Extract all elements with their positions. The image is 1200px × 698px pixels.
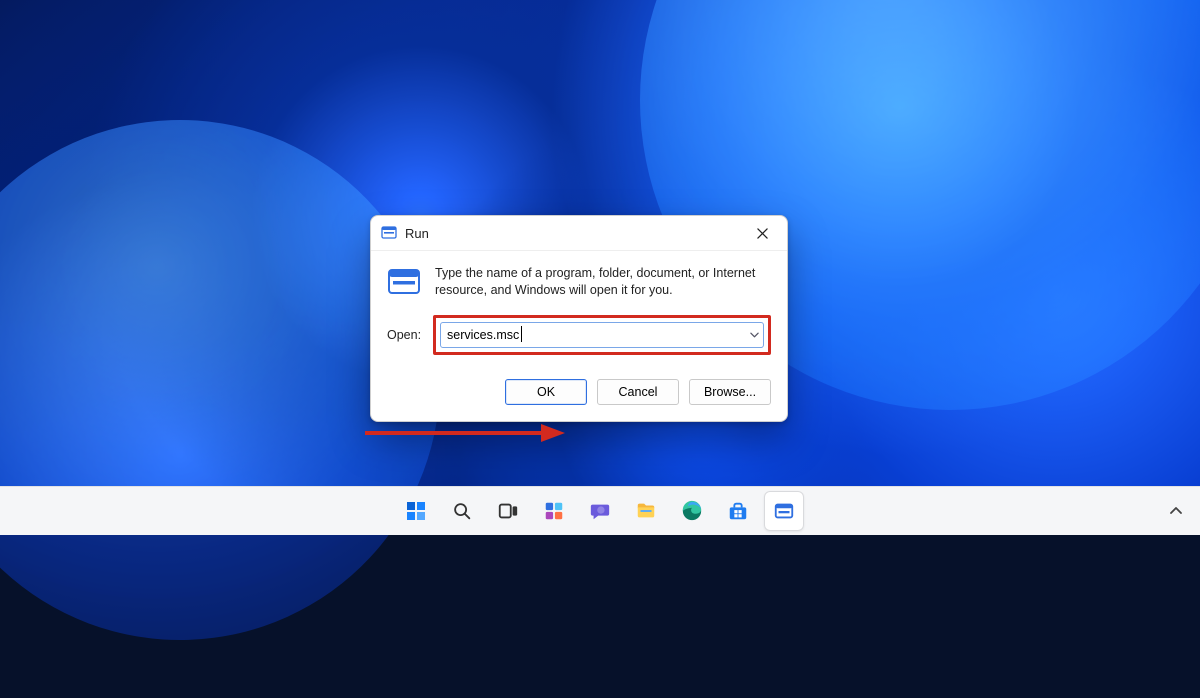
browse-button[interactable]: Browse... bbox=[689, 379, 771, 405]
run-dialog: Run Type the name of a program, folder, … bbox=[370, 215, 788, 422]
open-dropdown-button[interactable] bbox=[745, 332, 763, 338]
close-icon bbox=[757, 228, 768, 239]
folder-icon bbox=[635, 500, 657, 522]
task-view-icon bbox=[497, 500, 519, 522]
taskbar bbox=[0, 486, 1200, 535]
taskbar-store[interactable] bbox=[718, 491, 758, 531]
taskbar-widgets[interactable] bbox=[534, 491, 574, 531]
taskbar-run-app[interactable] bbox=[764, 491, 804, 531]
open-combobox[interactable] bbox=[440, 322, 764, 348]
run-dialog-description: Type the name of a program, folder, docu… bbox=[435, 265, 771, 299]
run-dialog-title: Run bbox=[405, 226, 743, 241]
text-caret bbox=[521, 326, 522, 342]
taskbar-task-view[interactable] bbox=[488, 491, 528, 531]
taskbar-tray bbox=[1162, 497, 1190, 525]
store-icon bbox=[727, 500, 749, 522]
open-input[interactable] bbox=[441, 323, 745, 347]
taskbar-start[interactable] bbox=[396, 491, 436, 531]
chevron-down-icon bbox=[750, 332, 759, 338]
annotation-input-highlight bbox=[433, 315, 771, 355]
taskbar-chat[interactable] bbox=[580, 491, 620, 531]
edge-icon bbox=[681, 500, 703, 522]
taskbar-edge[interactable] bbox=[672, 491, 712, 531]
cancel-button[interactable]: Cancel bbox=[597, 379, 679, 405]
chevron-up-icon bbox=[1170, 507, 1182, 515]
windows-start-icon bbox=[404, 499, 428, 523]
taskbar-search[interactable] bbox=[442, 491, 482, 531]
run-app-icon bbox=[773, 500, 795, 522]
widgets-icon bbox=[543, 500, 565, 522]
run-dialog-body: Type the name of a program, folder, docu… bbox=[371, 251, 787, 421]
taskbar-center bbox=[396, 491, 804, 531]
search-icon bbox=[451, 500, 473, 522]
run-titlebar-icon bbox=[381, 225, 397, 241]
run-dialog-titlebar[interactable]: Run bbox=[371, 216, 787, 251]
tray-overflow-button[interactable] bbox=[1162, 497, 1190, 525]
run-icon bbox=[387, 265, 421, 299]
ok-button[interactable]: OK bbox=[505, 379, 587, 405]
close-button[interactable] bbox=[743, 219, 781, 247]
open-label: Open: bbox=[387, 328, 423, 342]
chat-icon bbox=[589, 500, 611, 522]
taskbar-file-explorer[interactable] bbox=[626, 491, 666, 531]
